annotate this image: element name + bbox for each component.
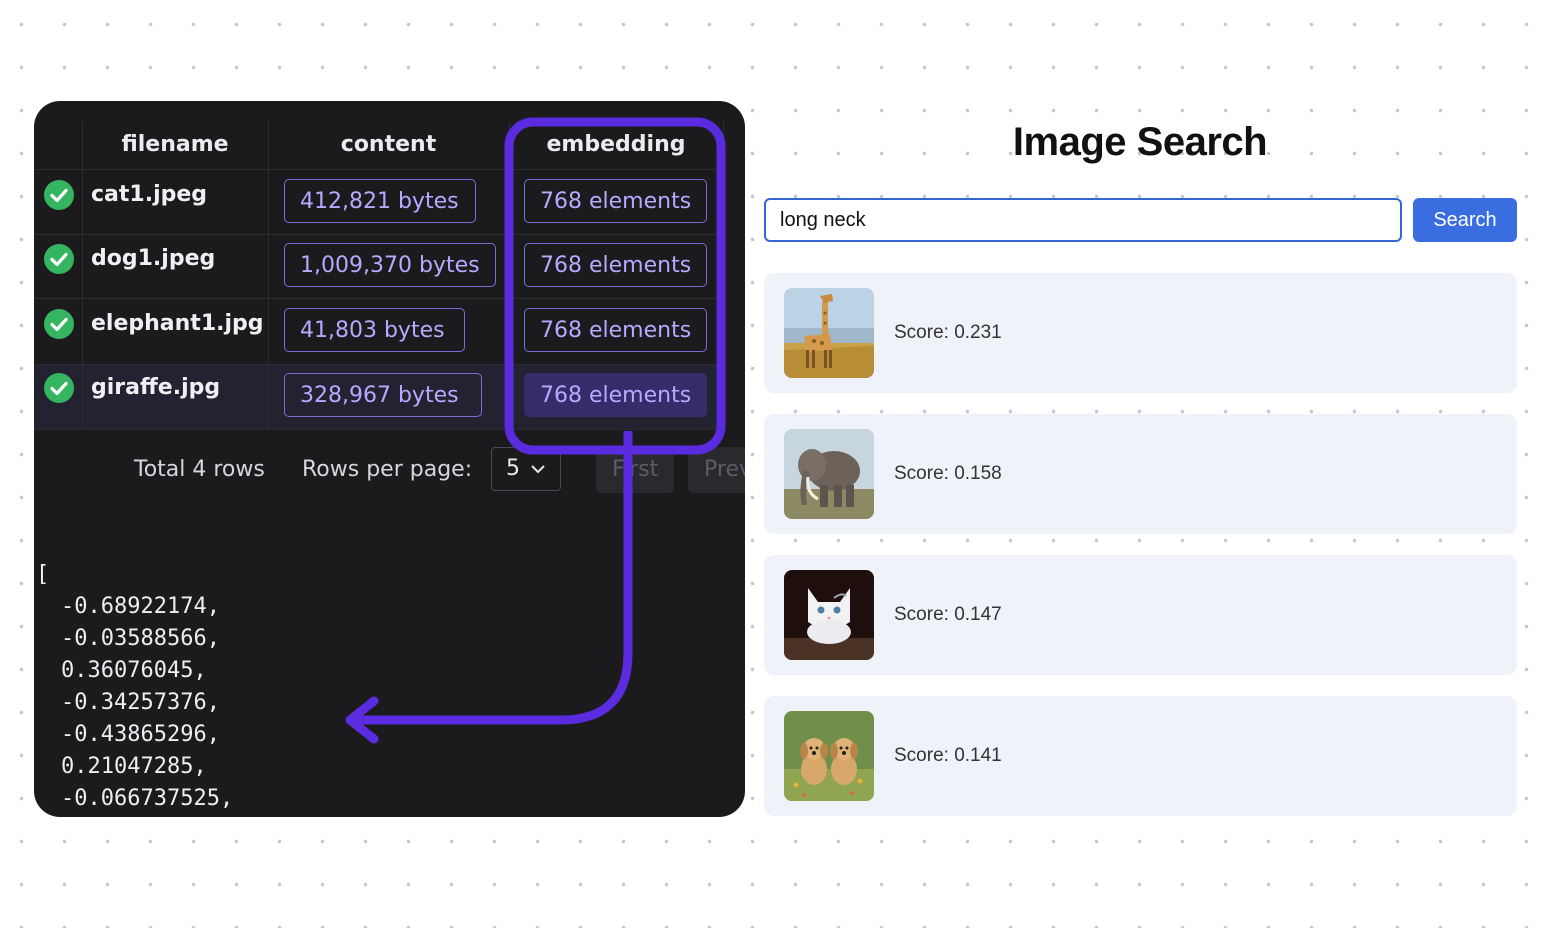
result-score: Score: 0.158 [894,463,1002,484]
dog-image [784,711,874,801]
elephant-image [784,429,874,519]
search-button[interactable]: Search [1413,198,1517,242]
result-card[interactable]: Score: 0.141 [764,696,1517,816]
search-input[interactable] [764,198,1402,242]
result-card[interactable]: Score: 0.231 [764,273,1517,393]
result-score: Score: 0.147 [894,604,1002,625]
embedding-callout-arrow [345,117,726,744]
page-title: Image Search [1012,120,1268,164]
result-score: Score: 0.141 [894,745,1002,766]
result-score: Score: 0.231 [894,322,1002,343]
cat-image [784,570,874,660]
result-card[interactable]: Score: 0.158 [764,414,1517,534]
result-card[interactable]: Score: 0.147 [764,555,1517,675]
giraffe-image [784,288,874,378]
data-table-panel: filename content embedding cat1.jpeg 412… [34,101,745,817]
